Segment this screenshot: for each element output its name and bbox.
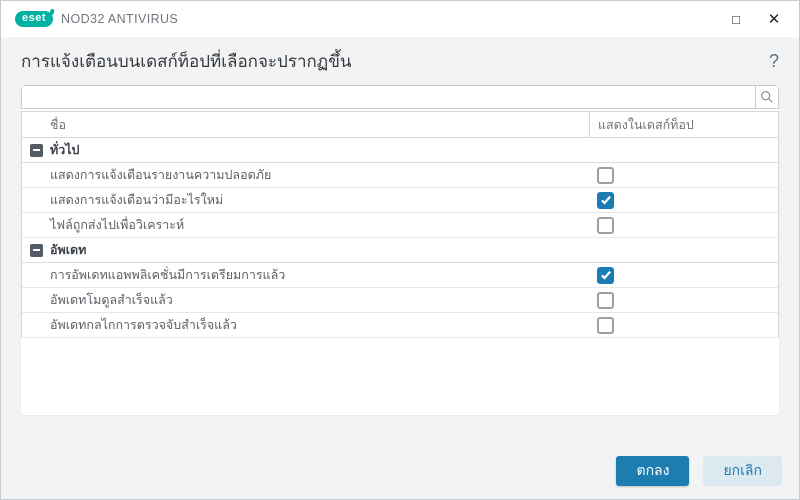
table-header: ชื่อ แสดงในเดสก์ท็อป (22, 112, 778, 138)
group-header-row[interactable]: ทั่วไป (22, 138, 778, 163)
help-icon[interactable]: ? (769, 51, 779, 72)
show-on-desktop-checkbox[interactable] (597, 166, 614, 184)
search-input[interactable] (22, 86, 755, 108)
window-controls: □ ✕ (725, 8, 785, 30)
show-on-desktop-checkbox[interactable] (597, 191, 614, 209)
show-on-desktop-checkbox[interactable] (597, 316, 614, 334)
brand: eset NOD32 ANTIVIRUS (15, 11, 178, 27)
collapse-minus-icon[interactable] (30, 243, 43, 257)
notification-row[interactable]: แสดงการแจ้งเตือนว่ามีอะไรใหม่ (22, 188, 778, 213)
titlebar: eset NOD32 ANTIVIRUS □ ✕ (1, 1, 799, 37)
group-header-row[interactable]: อัพเดท (22, 238, 778, 263)
show-on-desktop-checkbox[interactable] (597, 291, 614, 309)
search-bar (21, 85, 779, 109)
cancel-button[interactable]: ยกเลิก (703, 456, 782, 486)
notification-row[interactable]: อัพเดทโมดูลสำเร็จแล้ว (22, 288, 778, 313)
column-header-name[interactable]: ชื่อ (22, 112, 589, 137)
footer-buttons: ตกลง ยกเลิก (616, 456, 782, 486)
settings-card: ชื่อ แสดงในเดสก์ท็อป ทั่วไปแสดงการแจ้งเต… (21, 85, 779, 415)
notification-row[interactable]: ไฟล์ถูกส่งไปเพื่อวิเคราะห์ (22, 213, 778, 238)
eset-logo-icon: eset (15, 11, 54, 27)
row-label: อัพเดทโมดูลสำเร็จแล้ว (50, 293, 173, 307)
table-body: ทั่วไปแสดงการแจ้งเตือนรายงานความปลอดภัยแ… (22, 138, 778, 338)
show-on-desktop-checkbox[interactable] (597, 266, 614, 284)
close-icon[interactable]: ✕ (763, 8, 785, 30)
ok-button[interactable]: ตกลง (616, 456, 690, 486)
notification-row[interactable]: การอัพเดทแอพพลิเคชั่นมีการเตรียมการแล้ว (22, 263, 778, 288)
notification-row[interactable]: แสดงการแจ้งเตือนรายงานความปลอดภัย (22, 163, 778, 188)
notification-row[interactable]: อัพเดทกลไกการตรวจจับสำเร็จแล้ว (22, 313, 778, 338)
collapse-minus-icon[interactable] (30, 143, 43, 157)
maximize-icon[interactable]: □ (725, 8, 747, 30)
page-header: การแจ้งเตือนบนเดสก์ท็อปที่เลือกจะปรากฏขึ… (1, 37, 799, 85)
search-icon[interactable] (755, 86, 778, 108)
eset-window: eset NOD32 ANTIVIRUS □ ✕ การแจ้งเตือนบนเ… (0, 0, 800, 500)
show-on-desktop-checkbox[interactable] (597, 216, 614, 234)
group-label: อัพเดท (50, 243, 87, 257)
page-title: การแจ้งเตือนบนเดสก์ท็อปที่เลือกจะปรากฏขึ… (21, 51, 352, 71)
row-label: แสดงการแจ้งเตือนว่ามีอะไรใหม่ (50, 193, 224, 207)
notifications-table: ชื่อ แสดงในเดสก์ท็อป ทั่วไปแสดงการแจ้งเต… (21, 111, 779, 338)
row-label: แสดงการแจ้งเตือนรายงานความปลอดภัย (50, 168, 272, 182)
row-label: การอัพเดทแอพพลิเคชั่นมีการเตรียมการแล้ว (50, 268, 286, 282)
product-name: NOD32 ANTIVIRUS (61, 12, 179, 26)
group-label: ทั่วไป (50, 143, 80, 157)
row-label: ไฟล์ถูกส่งไปเพื่อวิเคราะห์ (50, 218, 185, 232)
column-header-show-on-desktop[interactable]: แสดงในเดสก์ท็อป (589, 112, 778, 137)
row-label: อัพเดทกลไกการตรวจจับสำเร็จแล้ว (50, 318, 237, 332)
